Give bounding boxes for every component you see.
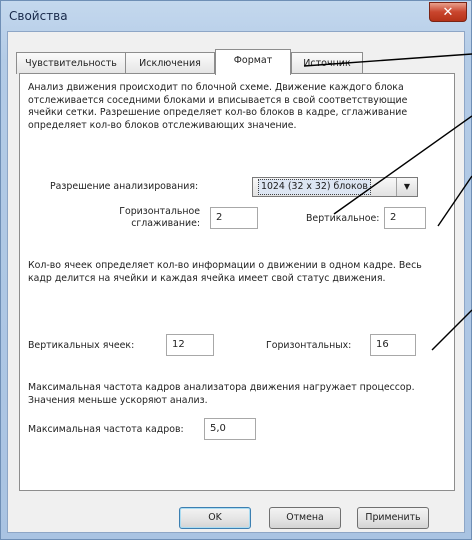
callout-lines xyxy=(303,53,472,351)
callout-line-vertical xyxy=(437,175,472,227)
callout-line-resolution xyxy=(333,115,472,215)
callout-line-tab xyxy=(303,53,472,67)
callout-line-cells xyxy=(431,309,472,351)
